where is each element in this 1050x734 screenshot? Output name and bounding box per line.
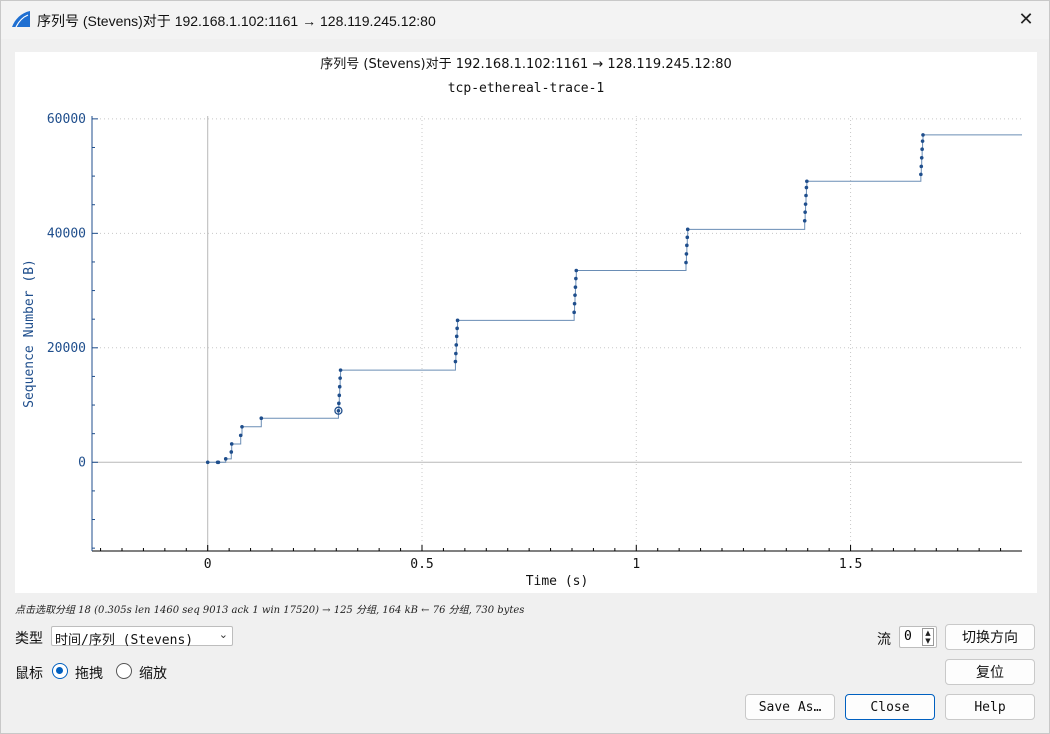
close-window-button[interactable]: ✕: [1011, 5, 1041, 33]
data-point: [240, 424, 244, 429]
data-point: [920, 147, 924, 151]
y-axis-label: Sequence Number (B): [22, 259, 37, 408]
data-point: [574, 268, 579, 273]
data-point: [229, 450, 234, 454]
stream-label: 流: [877, 632, 891, 648]
reset-button[interactable]: 复位: [945, 659, 1035, 685]
data-point: [455, 318, 460, 323]
data-point: [453, 359, 458, 364]
data-point: [573, 293, 577, 297]
title-bar[interactable]: 序列号 (Stevens)对于 192.168.1.102:1161 → 128…: [1, 1, 1049, 39]
graph-type-select[interactable]: 时间/序列 (Stevens) ⌄: [51, 626, 233, 648]
zoom-radio-label[interactable]: 缩放: [139, 663, 167, 683]
close-button[interactable]: Close: [845, 694, 935, 720]
switch-direction-button[interactable]: 切换方向: [945, 624, 1035, 650]
y-tick-label: 20000: [47, 341, 86, 356]
data-point: [205, 460, 210, 465]
graph-type-value: 时间/序列 (Stevens): [55, 633, 194, 648]
data-point: [919, 164, 924, 169]
help-button[interactable]: Help: [945, 694, 1035, 720]
data-point: [919, 172, 923, 177]
data-point: [572, 301, 577, 306]
data-point: [454, 334, 459, 339]
mouse-label: 鼠标: [15, 666, 43, 682]
data-point: [805, 179, 809, 184]
data-point: [337, 401, 341, 406]
stream-value: 0: [904, 629, 912, 644]
data-point: [337, 393, 342, 398]
data-point: [920, 139, 925, 143]
window-title: 序列号 (Stevens)对于 192.168.1.102:1161 → 128…: [37, 13, 436, 29]
y-tick-label: 60000: [47, 112, 86, 127]
spin-arrows-icon[interactable]: ▲ ▼: [922, 628, 934, 646]
data-point: [684, 252, 689, 256]
data-point: [259, 416, 264, 421]
data-point: [455, 326, 459, 331]
x-tick-label: 0: [204, 557, 212, 572]
y-tick-label: 0: [78, 455, 86, 470]
data-point: [337, 384, 342, 389]
x-tick-label: 1: [632, 557, 640, 572]
drag-radio-label[interactable]: 拖拽: [75, 663, 103, 683]
data-point: [338, 368, 343, 372]
data-point: [573, 285, 578, 289]
data-point: [238, 433, 243, 438]
data-point: [921, 133, 925, 137]
data-point: [229, 442, 234, 446]
data-point: [336, 408, 341, 413]
wireshark-fin-icon: [12, 11, 30, 28]
type-label: 类型: [15, 631, 43, 647]
stream-spinbox[interactable]: 0 ▲ ▼: [899, 626, 937, 648]
data-point: [685, 227, 690, 232]
x-tick-label: 0.5: [410, 557, 433, 572]
chevron-down-icon: ⌄: [218, 628, 228, 641]
data-point: [454, 351, 458, 356]
zoom-radio[interactable]: [116, 663, 132, 679]
chart-subtitle: tcp-ethereal-trace-1: [448, 81, 605, 96]
data-point: [804, 185, 809, 190]
data-point: [804, 193, 808, 198]
data-point: [803, 202, 808, 206]
data-point: [574, 276, 578, 281]
data-point: [454, 343, 459, 347]
drag-radio[interactable]: [52, 663, 68, 679]
data-point: [684, 260, 688, 265]
x-tick-label: 1.5: [839, 557, 862, 572]
y-tick-label: 40000: [47, 226, 86, 241]
data-point: [685, 243, 689, 248]
chart-title: 序列号 (Stevens)对于 192.168.1.102:1161 → 128…: [320, 57, 732, 72]
data-point: [685, 235, 690, 240]
data-point: [223, 457, 228, 461]
x-axis-label: Time (s): [526, 574, 589, 589]
data-point: [803, 210, 807, 214]
status-hint: 点击选取分组 18 (0.305s len 1460 seq 9013 ack …: [15, 605, 525, 616]
graph-dialog-window: 序列号 (Stevens)对于 192.168.1.102:1161 → 128…: [0, 0, 1050, 734]
sequence-step-line: [207, 134, 1022, 463]
data-point: [802, 218, 807, 223]
close-icon: ✕: [1018, 8, 1034, 30]
tcp-sequence-chart[interactable]: 序列号 (Stevens)对于 192.168.1.102:1161 → 128…: [15, 52, 1037, 593]
data-point: [338, 376, 342, 380]
graph-plot-area[interactable]: 序列号 (Stevens)对于 192.168.1.102:1161 → 128…: [15, 52, 1037, 593]
save-as-button[interactable]: Save As…: [745, 694, 835, 720]
data-point: [572, 310, 576, 315]
data-point: [919, 155, 924, 160]
data-point: [216, 460, 221, 465]
